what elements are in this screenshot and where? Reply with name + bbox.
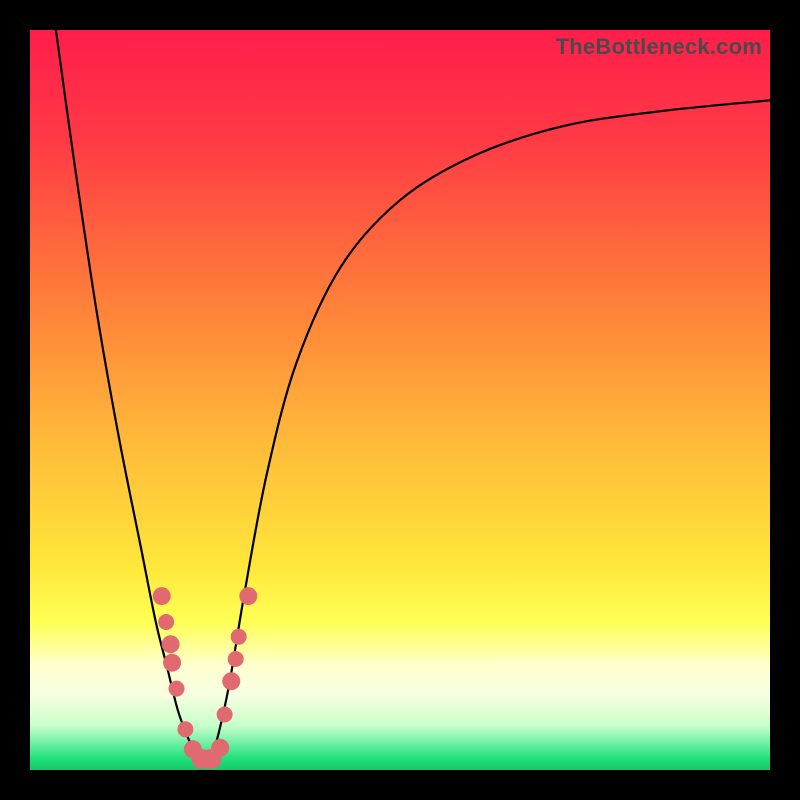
marker-dot <box>163 654 181 672</box>
chart-frame: TheBottleneck.com <box>0 0 800 800</box>
marker-dot <box>177 721 193 737</box>
plot-area: TheBottleneck.com <box>30 30 770 770</box>
marker-dot <box>239 587 257 605</box>
bottleneck-curve <box>56 30 770 763</box>
marker-dot <box>169 681 185 697</box>
marker-dot <box>153 587 171 605</box>
marker-dot <box>162 635 180 653</box>
marker-dot <box>222 672 240 690</box>
marker-dot <box>217 707 233 723</box>
marker-dot <box>231 629 247 645</box>
curve-layer <box>30 30 770 770</box>
marker-dot <box>158 614 174 630</box>
marker-dot <box>211 739 229 757</box>
marker-dot <box>228 651 244 667</box>
